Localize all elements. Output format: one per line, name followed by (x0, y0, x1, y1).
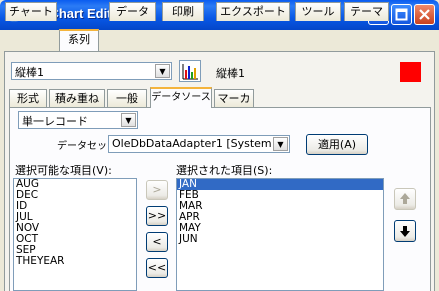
list-item[interactable]: APR (177, 212, 383, 223)
subtab-marks[interactable]: マーカ (214, 89, 254, 107)
list-item[interactable]: JUN (177, 234, 383, 245)
remove-all-fields-button[interactable]: << (146, 258, 168, 278)
close-icon[interactable] (414, 4, 435, 25)
dataset-value: OleDbDataAdapter1 [System.Da (112, 137, 272, 150)
tab-export[interactable]: エクスポート (216, 2, 290, 21)
series-color-swatch[interactable] (400, 62, 421, 82)
chevron-down-icon[interactable]: ▼ (121, 113, 136, 127)
tab-chart[interactable]: チャート (5, 2, 57, 21)
series-name-label: 縦棒1 (216, 67, 245, 80)
list-item[interactable]: MAR (177, 201, 383, 212)
tab-series[interactable]: 系列 (59, 29, 99, 51)
tab-data[interactable]: データ (109, 2, 156, 21)
subtab-datasource[interactable]: データソース (150, 87, 212, 108)
subtab-general[interactable]: 一般 (107, 89, 147, 107)
selected-fields-list[interactable]: JAN FEB MAR APR MAY JUN (176, 178, 384, 291)
chevron-down-icon[interactable]: ▼ (155, 64, 170, 78)
list-item[interactable]: DEC (14, 190, 136, 201)
source-type-value: 単一レコード (22, 115, 88, 128)
chevron-down-icon[interactable]: ▼ (273, 137, 288, 151)
tab-tools[interactable]: ツール (295, 2, 341, 21)
teechart-editor-window: TeeChart Editor チャート 系列 データ 印刷 エクスポート ツー… (0, 0, 439, 291)
dataset-combo[interactable]: OleDbDataAdapter1 [System.Da ▼ (108, 135, 290, 153)
add-field-button[interactable]: > (146, 180, 168, 200)
maximize-icon[interactable] (391, 4, 412, 25)
list-item-selected[interactable]: JAN (177, 179, 383, 190)
list-item[interactable]: FEB (177, 190, 383, 201)
move-down-button[interactable] (394, 220, 416, 242)
tab-theme[interactable]: テーマ (344, 2, 389, 21)
list-item[interactable]: MAY (177, 223, 383, 234)
list-item[interactable]: THEYEAR (14, 256, 136, 267)
series-combo[interactable]: 縦棒1 ▼ (11, 62, 172, 80)
remove-field-button[interactable]: < (146, 232, 168, 252)
arrow-up-icon (400, 193, 410, 204)
add-all-fields-button[interactable]: >> (146, 206, 168, 226)
source-type-combo[interactable]: 単一レコード ▼ (18, 111, 138, 129)
available-fields-label: 選択可能な項目(V): (15, 164, 112, 177)
subtab-stack[interactable]: 積み重ね (49, 89, 105, 107)
tab-print[interactable]: 印刷 (162, 2, 204, 21)
selected-fields-label: 選択された項目(S): (176, 164, 273, 177)
bar-chart-icon[interactable] (179, 60, 201, 82)
available-fields-list[interactable]: AUG DEC ID JUL NOV OCT SEP THEYEAR (13, 178, 137, 291)
move-up-button[interactable] (394, 188, 416, 210)
arrow-down-icon (400, 226, 410, 237)
apply-button[interactable]: 適用(A) (306, 134, 368, 155)
series-combo-value: 縦棒1 (15, 66, 44, 79)
subtab-format[interactable]: 形式 (9, 89, 47, 107)
